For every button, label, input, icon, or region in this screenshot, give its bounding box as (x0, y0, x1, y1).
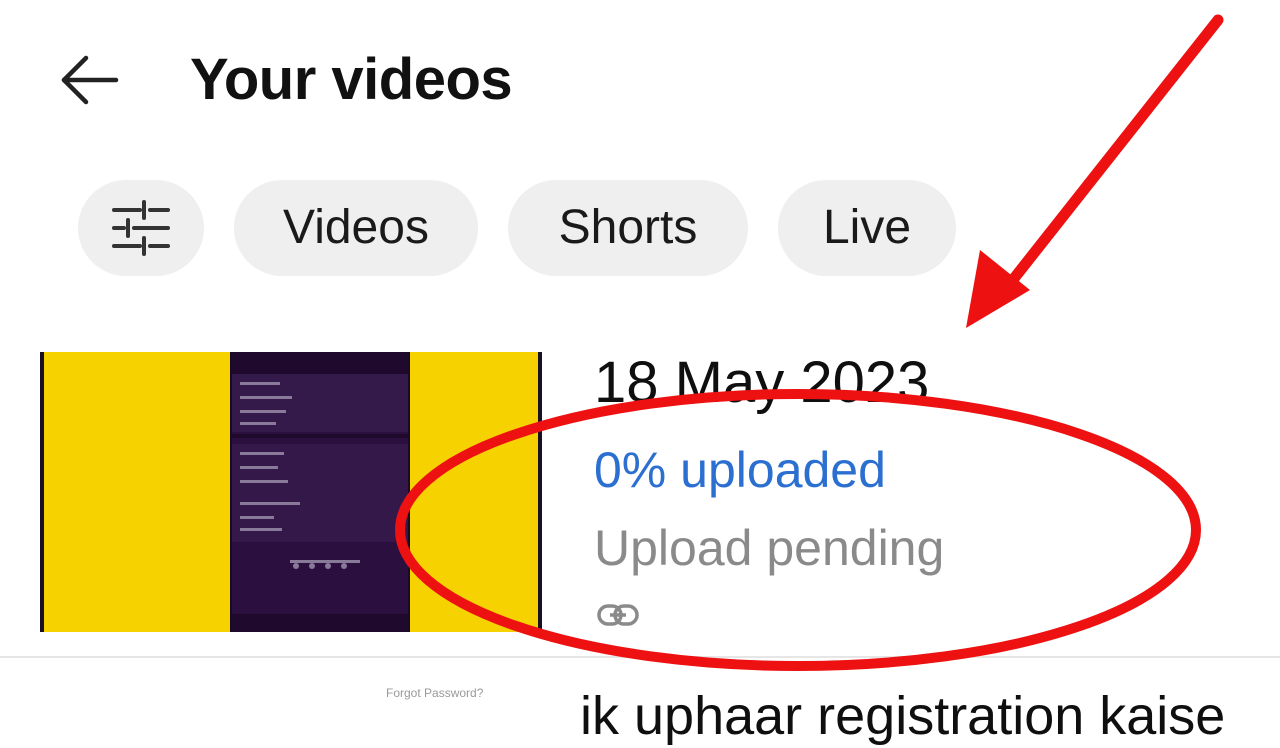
back-button[interactable] (52, 46, 128, 114)
annotation-arrow-shaft (1002, 14, 1224, 292)
link-icon (596, 600, 640, 630)
video-date: 18 May 2023 (594, 350, 930, 415)
thumbnail-phone-screen (230, 352, 410, 632)
thumbnail-edge (538, 352, 542, 632)
next-video-title[interactable]: ik uphaar registration kaise (580, 684, 1225, 748)
chip-shorts[interactable]: Shorts (508, 180, 748, 276)
arrow-left-icon (61, 55, 119, 105)
next-thumbnail-caption: Forgot Password? (386, 686, 484, 700)
chip-live[interactable]: Live (778, 180, 956, 276)
thumbnail-edge (40, 352, 44, 632)
upload-progress-text: 0% uploaded (594, 442, 886, 498)
video-thumbnail[interactable] (40, 352, 542, 632)
page-title: Your videos (190, 47, 513, 112)
filter-chip[interactable] (78, 180, 204, 276)
sliders-icon (112, 200, 170, 256)
list-divider (0, 656, 1280, 658)
annotation-arrow-head (966, 250, 1030, 328)
thumbnail-screen-content (232, 352, 408, 632)
chip-videos[interactable]: Videos (234, 180, 478, 276)
upload-status-text: Upload pending (594, 520, 945, 576)
